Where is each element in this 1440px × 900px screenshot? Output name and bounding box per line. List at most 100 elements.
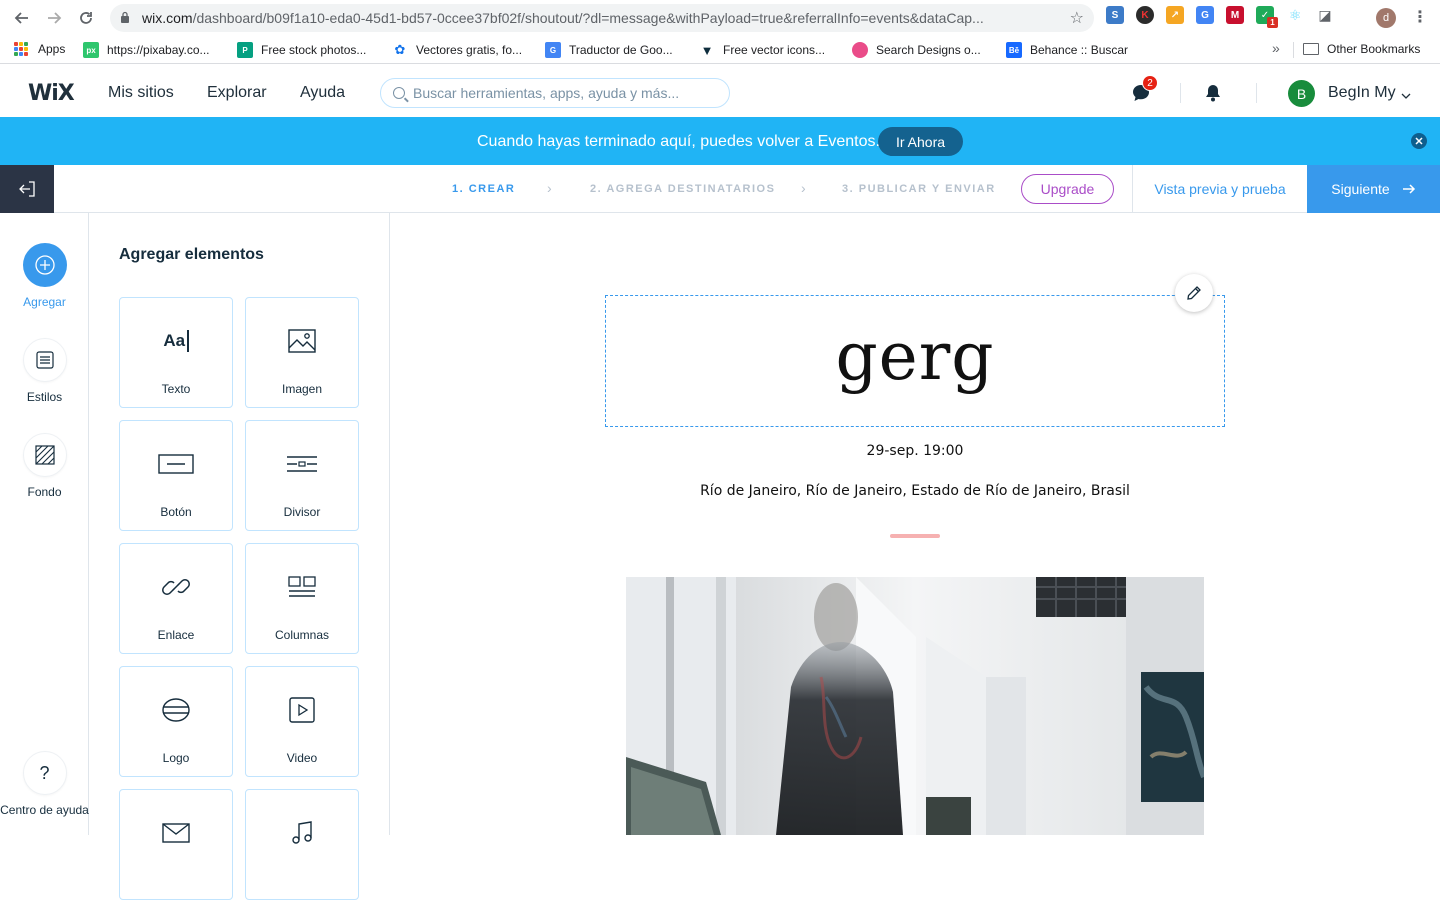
tile-label: Columnas [274,628,330,642]
tile-label: Enlace [157,628,195,642]
url-path: /dashboard/b09f1a10-eda0-45d1-bd57-0ccee… [192,10,984,26]
step-recipients[interactable]: 2. AGREGA DESTINATARIOS [590,183,775,195]
tile-video[interactable]: Video [245,666,359,777]
dribbble-icon [852,42,868,58]
forward-icon[interactable] [38,2,70,34]
tile-logo[interactable]: Logo [119,666,233,777]
bell-icon[interactable] [1203,83,1223,103]
header-divider [1180,83,1181,103]
pexels-icon: P [237,42,253,58]
styles-icon [22,338,67,382]
rail-background-label: Fondo [27,485,62,499]
apps-grid-icon [14,42,28,56]
tile-button[interactable]: Botón [119,420,233,531]
chevron-down-icon[interactable] [1401,87,1411,105]
nav-explorar[interactable]: Explorar [207,84,267,102]
step-create[interactable]: 1. CREAR [452,183,515,195]
tile-link[interactable]: Enlace [119,543,233,654]
bookmark-dribbble[interactable]: Search Designs o... [852,42,981,58]
bookmark-pixabay[interactable]: px https://pixabay.co... [83,42,210,58]
extension-chart-icon[interactable]: ↗ [1166,6,1184,24]
event-title[interactable]: gerg [835,318,994,395]
close-icon[interactable] [1411,133,1427,149]
wix-top-bar: WiX Mis sitios Explorar Ayuda Buscar her… [0,69,1440,117]
other-bookmarks[interactable]: Other Bookmarks [1303,42,1420,56]
rail-help[interactable]: ? Centro de ayuda [0,751,89,817]
address-bar[interactable]: wix.com /dashboard/b09f1a10-eda0-45d1-bd… [110,4,1094,32]
step-publish[interactable]: 3. PUBLICAR Y ENVIAR [842,183,996,195]
tile-columns[interactable]: Columnas [245,543,359,654]
preview-button[interactable]: Vista previa y prueba [1132,165,1307,213]
event-date[interactable]: 29-sep. 19:00 [390,443,1440,459]
bookmark-label: https://pixabay.co... [107,43,210,57]
bookmark-apps[interactable]: Apps [14,42,65,56]
user-name[interactable]: BegIn My [1328,84,1396,102]
bookmark-google-translate[interactable]: G Traductor de Goo... [545,42,673,58]
edit-pencil-button[interactable] [1175,274,1213,312]
upgrade-button[interactable]: Upgrade [1021,174,1114,204]
exit-button[interactable] [0,165,54,213]
url-host: wix.com [142,10,193,26]
title-block[interactable]: gerg [605,295,1225,427]
help-icon-glyph: ? [39,762,50,783]
extension-k-icon[interactable]: K [1136,6,1154,24]
text-icon: Aa [163,326,189,356]
left-rail: Agregar Estilos Fondo ? Centro de ayuda [0,213,89,835]
pixabay-icon: px [83,42,99,58]
bookmarks-overflow-icon[interactable]: » [1272,40,1280,56]
banner-message: Cuando hayas terminado aquí, puedes volv… [477,133,880,150]
image-icon [288,326,316,356]
chat-icon[interactable]: 2 [1131,75,1158,103]
other-bookmarks-label: Other Bookmarks [1327,42,1421,56]
extension-shield-icon[interactable]: M [1226,6,1244,24]
email-canvas: gerg 29-sep. 19:00 Río de Janeiro, Río d… [390,213,1440,835]
tile-label: Video [286,751,318,765]
lock-icon [120,11,132,25]
video-icon [289,695,315,725]
next-button[interactable]: Siguiente [1307,165,1440,213]
back-icon[interactable] [6,2,38,34]
reload-icon[interactable] [70,2,102,34]
bookmark-behance[interactable]: Bē Behance :: Buscar [1006,42,1128,58]
nav-mis-sitios[interactable]: Mis sitios [108,84,174,102]
browser-profile-avatar[interactable]: d [1376,8,1396,28]
exit-icon [19,181,35,197]
rail-background[interactable]: Fondo [0,433,89,499]
tile-email[interactable] [119,789,233,900]
search-icon [393,87,405,99]
bookmark-pexels[interactable]: P Free stock photos... [237,42,366,58]
extension-check-icon[interactable]: ✓ 1 [1256,6,1278,28]
chat-badge: 2 [1142,75,1158,91]
go-now-button[interactable]: Ir Ahora [878,127,963,156]
bookmark-label: Free vector icons... [723,43,826,57]
bookmark-star-icon[interactable]: ☆ [1070,8,1084,28]
tile-music[interactable] [245,789,359,900]
nav-ayuda[interactable]: Ayuda [300,84,345,102]
tile-image[interactable]: Imagen [245,297,359,408]
tile-label: Logo [162,751,190,765]
bookmark-flaticon[interactable]: ▼ Free vector icons... [699,42,825,58]
envelope-icon [162,818,190,848]
tile-text[interactable]: Aa Texto [119,297,233,408]
extension-badge: 1 [1267,17,1278,28]
extension-translate-icon[interactable]: G [1196,6,1214,24]
rail-styles[interactable]: Estilos [0,338,89,404]
bookmark-freepik[interactable]: ✿ Vectores gratis, fo... [392,42,522,58]
event-location[interactable]: Río de Janeiro, Río de Janeiro, Estado d… [390,483,1440,499]
search-input[interactable]: Buscar herramientas, apps, ayuda y más..… [380,78,730,108]
chevron-right-icon: › [801,180,806,196]
user-avatar[interactable]: B [1288,80,1315,107]
accent-divider[interactable] [890,534,940,538]
bookmark-label: Search Designs o... [876,43,981,57]
tile-divider[interactable]: Divisor [245,420,359,531]
event-image[interactable] [626,577,1204,835]
wix-logo[interactable]: WiX [28,81,75,106]
extension-puzzle-icon[interactable]: ◪ [1316,6,1334,24]
bookmark-label: Apps [38,42,66,56]
bookmarks-divider [1293,42,1294,58]
freepik-icon: ✿ [392,42,408,58]
extension-s-icon[interactable]: S [1106,6,1124,24]
extension-react-icon[interactable]: ⚛ [1286,6,1304,24]
rail-add[interactable]: Agregar [0,243,89,309]
browser-menu-icon[interactable]: ⋮ [1412,7,1428,27]
